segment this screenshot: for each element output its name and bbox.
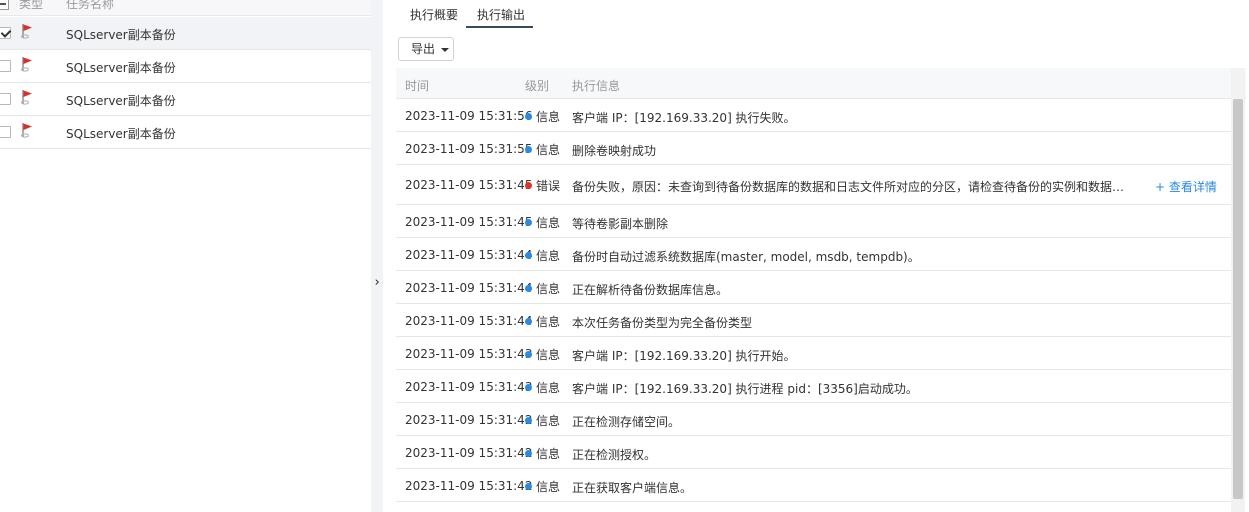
- log-time: 2023-11-09 15:31:56: [405, 109, 533, 123]
- info-status-dot-icon: [525, 417, 532, 424]
- task-list-header: 类型 任务名称: [0, 0, 371, 16]
- info-status-dot-icon: [525, 450, 532, 457]
- info-status-dot-icon: [525, 351, 532, 358]
- log-level: 信息: [536, 381, 561, 395]
- task-row[interactable]: SQLserver副本备份: [0, 50, 371, 83]
- log-level: 信息: [536, 282, 561, 296]
- log-time: 2023-11-09 15:31:45: [405, 215, 533, 229]
- task-row-checkbox[interactable]: [0, 93, 11, 105]
- log-message: 客户端 IP：[192.169.33.20] 执行失败。: [572, 111, 796, 125]
- scrollbar-thumb[interactable]: [1233, 99, 1243, 499]
- info-status-dot-icon: [525, 146, 532, 153]
- log-level: 信息: [536, 315, 561, 329]
- task-row-checkbox[interactable]: [0, 27, 11, 39]
- red-flag-icon: [20, 122, 34, 138]
- log-time: 2023-11-09 15:31:42: [405, 446, 533, 460]
- log-message: 本次任务备份类型为完全备份类型: [572, 316, 753, 330]
- log-row: 2023-11-09 15:31:43 信息 客户端 IP：[192.169.33.…: [396, 337, 1234, 370]
- log-table-header: 时间 级别 执行信息: [396, 68, 1246, 99]
- view-details-link[interactable]: + 查看详情: [1155, 178, 1217, 195]
- task-row-checkbox[interactable]: [0, 60, 11, 72]
- log-time: 2023-11-09 15:31:45: [405, 178, 533, 192]
- log-time: 2023-11-09 15:31:43: [405, 380, 533, 394]
- task-row[interactable]: SQLserver副本备份: [0, 17, 371, 50]
- task-row-name: SQLserver副本备份: [66, 28, 176, 42]
- caret-down-icon: [440, 47, 449, 52]
- log-row: 2023-11-09 15:31:44 信息 本次任务备份类型为完全备份类型: [396, 304, 1234, 337]
- log-level: 信息: [536, 143, 561, 157]
- tab-execution-output[interactable]: 执行输出: [477, 6, 525, 23]
- log-level: 信息: [536, 348, 561, 362]
- log-message: 等待卷影副本删除: [572, 217, 669, 231]
- collapse-arrow-icon[interactable]: ›: [371, 275, 383, 290]
- log-message: 备份失败，原因：未查询到待备份数据库的数据和日志文件所对应的分区，请检查待备份的…: [572, 180, 1134, 194]
- task-list-panel: 类型 任务名称 SQLserver副本备份 SQLserver副本备份 SQLser…: [0, 0, 371, 512]
- log-row: 2023-11-09 15:31:44 信息 正在解析待备份数据库信息。: [396, 271, 1234, 304]
- export-button-label: 导出: [411, 42, 436, 56]
- info-status-dot-icon: [525, 384, 532, 391]
- task-row-checkbox[interactable]: [0, 126, 11, 138]
- task-row-name: SQLserver副本备份: [66, 61, 176, 75]
- log-level: 信息: [536, 110, 561, 124]
- log-time: 2023-11-09 15:31:44: [405, 281, 533, 295]
- log-level: 信息: [536, 480, 561, 494]
- log-message: 正在获取客户端信息。: [572, 481, 693, 495]
- column-header-type: 类型: [19, 0, 44, 11]
- log-message: 客户端 IP：[192.169.33.20] 执行进程 pid：[3356]启动…: [572, 382, 918, 396]
- red-flag-icon: [20, 89, 34, 105]
- active-tab-indicator: [466, 26, 533, 28]
- log-level: 信息: [536, 216, 561, 230]
- select-all-checkbox[interactable]: [0, 0, 9, 10]
- log-level: 信息: [536, 414, 561, 428]
- log-time: 2023-11-09 15:31:44: [405, 314, 533, 328]
- log-message: 备份时自动过滤系统数据库(master, model, msdb, tempdb…: [572, 250, 920, 264]
- log-time: 2023-11-09 15:31:43: [405, 347, 533, 361]
- log-level: 信息: [536, 249, 561, 263]
- column-header-message: 执行信息: [572, 79, 621, 93]
- column-header-name: 任务名称: [66, 0, 115, 11]
- log-row: 2023-11-09 15:31:42 信息 正在获取客户端信息。: [396, 469, 1234, 502]
- column-header-level: 级别: [525, 79, 550, 93]
- task-row-name: SQLserver副本备份: [66, 127, 176, 141]
- info-status-dot-icon: [525, 252, 532, 259]
- red-flag-icon: [20, 23, 34, 39]
- log-message: 客户端 IP：[192.169.33.20] 执行开始。: [572, 349, 796, 363]
- log-row: 2023-11-09 15:31:42 信息 正在检测授权。: [396, 436, 1234, 469]
- panel-splitter[interactable]: ›: [371, 0, 383, 512]
- tab-execution-summary[interactable]: 执行概要: [410, 6, 458, 23]
- export-dropdown-button[interactable]: 导出: [398, 37, 454, 61]
- error-status-dot-icon: [525, 182, 532, 189]
- log-time: 2023-11-09 15:31:55: [405, 142, 533, 156]
- info-status-dot-icon: [525, 318, 532, 325]
- log-time: 2023-11-09 15:31:42: [405, 479, 533, 493]
- red-flag-icon: [20, 56, 34, 72]
- log-message: 正在检测授权。: [572, 448, 657, 462]
- log-row: 2023-11-09 15:31:44 信息 备份时自动过滤系统数据库(master…: [396, 238, 1234, 271]
- column-header-time: 时间: [405, 79, 430, 93]
- log-row: 2023-11-09 15:31:45 信息 等待卷影副本删除: [396, 205, 1234, 238]
- task-row[interactable]: SQLserver副本备份: [0, 83, 371, 116]
- log-row: 2023-11-09 15:31:56 信息 客户端 IP：[192.169.33.…: [396, 99, 1234, 132]
- log-message: 删除卷映射成功: [572, 144, 657, 158]
- info-status-dot-icon: [525, 219, 532, 226]
- log-row: 2023-11-09 15:31:45 错误 备份失败，原因：未查询到待备份数据库的…: [396, 165, 1234, 205]
- tab-bar: 执行概要 执行输出: [383, 0, 1249, 28]
- log-row: 2023-11-09 15:31:55 信息 删除卷映射成功: [396, 132, 1234, 165]
- info-status-dot-icon: [525, 113, 532, 120]
- log-level: 错误: [536, 179, 561, 193]
- task-row-name: SQLserver副本备份: [66, 94, 176, 108]
- log-time: 2023-11-09 15:31:42: [405, 413, 533, 427]
- log-time: 2023-11-09 15:31:44: [405, 248, 533, 262]
- log-message: 正在检测存储空间。: [572, 415, 681, 429]
- log-message: 正在解析待备份数据库信息。: [572, 283, 729, 297]
- task-row[interactable]: SQLserver副本备份: [0, 116, 371, 149]
- info-status-dot-icon: [525, 285, 532, 292]
- detail-panel: 执行概要 执行输出 导出 时间 级别 执行信息 2023-11-09 15:31…: [383, 0, 1249, 512]
- log-level: 信息: [536, 447, 561, 461]
- info-status-dot-icon: [525, 483, 532, 490]
- log-row: 2023-11-09 15:31:43 信息 客户端 IP：[192.169.33.…: [396, 370, 1234, 403]
- log-row: 2023-11-09 15:31:42 信息 正在检测存储空间。: [396, 403, 1234, 436]
